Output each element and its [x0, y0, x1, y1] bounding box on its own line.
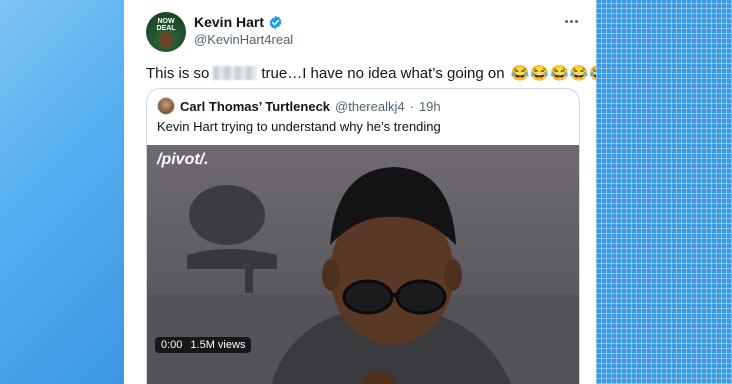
video-player[interactable]: /pivot/. 0:00 1.5M views: [147, 145, 579, 384]
quoted-header: Carl Thomas’ Turtleneck @therealkj4 · 19…: [157, 97, 441, 115]
quoted-text: Kevin Hart trying to understand why he’s…: [157, 119, 441, 134]
more-dot: [574, 19, 578, 23]
network-watermark: /pivot/.: [157, 151, 209, 168]
quoted-handle: @therealkj4: [335, 98, 405, 114]
video-badge: 0:00 1.5M views: [155, 337, 252, 353]
tweet-card: NOW DEAL Kevin Hart @KevinHart4real This…: [124, 0, 596, 384]
more-dot: [569, 19, 573, 23]
tweet-text-before: This is so: [146, 64, 210, 82]
quoted-avatar: [157, 97, 175, 115]
tweet-text: This is so true…I have no idea what’s go…: [146, 64, 596, 83]
quoted-tweet[interactable]: Carl Thomas’ Turtleneck @therealkj4 · 19…: [146, 88, 580, 384]
author-avatar[interactable]: NOW DEAL: [146, 12, 186, 52]
background-left: [0, 0, 124, 384]
quoted-display-name: Carl Thomas’ Turtleneck: [180, 98, 331, 114]
quoted-separator: ·: [409, 98, 414, 114]
tweet-text-after: true…I have no idea what’s going on: [261, 64, 505, 82]
quoted-timestamp: 19h: [418, 98, 441, 114]
censored-word: [213, 66, 258, 80]
more-dot: [564, 19, 568, 23]
video-timestamp: 0:00: [161, 339, 183, 351]
tweet-emojis: 😂😂😂😂😂😂: [510, 65, 596, 82]
avatar-face: [159, 32, 173, 48]
avatar-logo-text: NOW DEAL: [156, 18, 176, 32]
verified-badge-icon: [269, 15, 282, 29]
video-view-count: 1.5M views: [190, 339, 246, 351]
more-options-icon[interactable]: [562, 12, 580, 30]
author-name-row: Kevin Hart: [194, 14, 283, 30]
author-display-name[interactable]: Kevin Hart: [194, 14, 264, 30]
author-handle[interactable]: @KevinHart4real: [194, 32, 293, 47]
background-right: [596, 0, 732, 384]
